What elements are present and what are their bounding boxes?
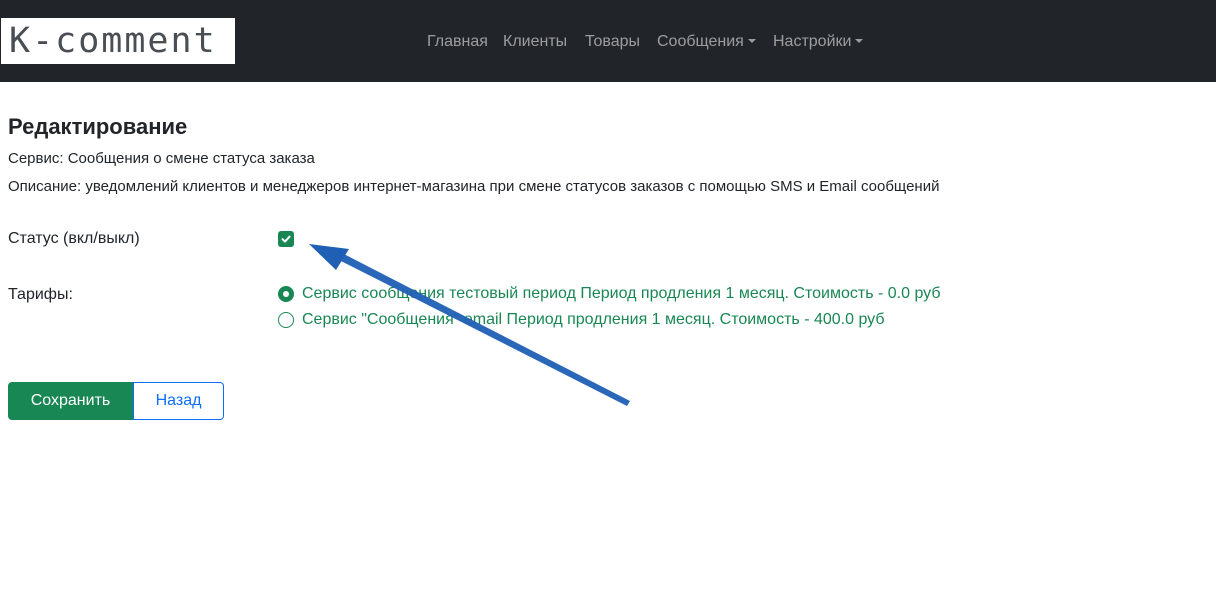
caret-down-icon [855,39,864,43]
caret-down-icon [747,39,756,43]
tariff-radio-selected[interactable] [278,286,294,302]
nav-item-home[interactable]: Главная [427,31,488,53]
nav-item-clients[interactable]: Клиенты [503,31,567,53]
nav-item-settings-label: Настройки [773,33,852,50]
nav-item-settings-dropdown[interactable]: Настройки [773,31,864,53]
back-button[interactable]: Назад [133,382,224,420]
checkmark-icon [281,235,291,243]
status-checkbox[interactable] [278,231,294,247]
nav-item-messages-label: Сообщения [657,33,744,50]
service-description: Описание: уведомлений клиентов и менедже… [8,178,940,195]
tariff-option-label[interactable]: Сервис сообщения тестовый период Период … [302,284,941,304]
service-name: Сервис: Сообщения о смене статуса заказа [8,150,315,167]
status-label: Статус (вкл/выкл) [8,230,140,247]
nav-item-messages-dropdown[interactable]: Сообщения [657,31,756,53]
nav-item-products[interactable]: Товары [585,31,640,53]
page-title: Редактирование [8,114,188,139]
tariff-option-label[interactable]: Сервис "Сообщения" email Период продлени… [302,310,885,330]
tariff-radio[interactable] [278,312,294,328]
save-button[interactable]: Сохранить [8,382,133,420]
main-nav: Главная Клиенты Товары Сообщения Настрой… [0,31,1216,53]
tariffs-label: Тарифы: [8,286,73,303]
navbar: K-comment Главная Клиенты Товары Сообщен… [0,0,1216,82]
